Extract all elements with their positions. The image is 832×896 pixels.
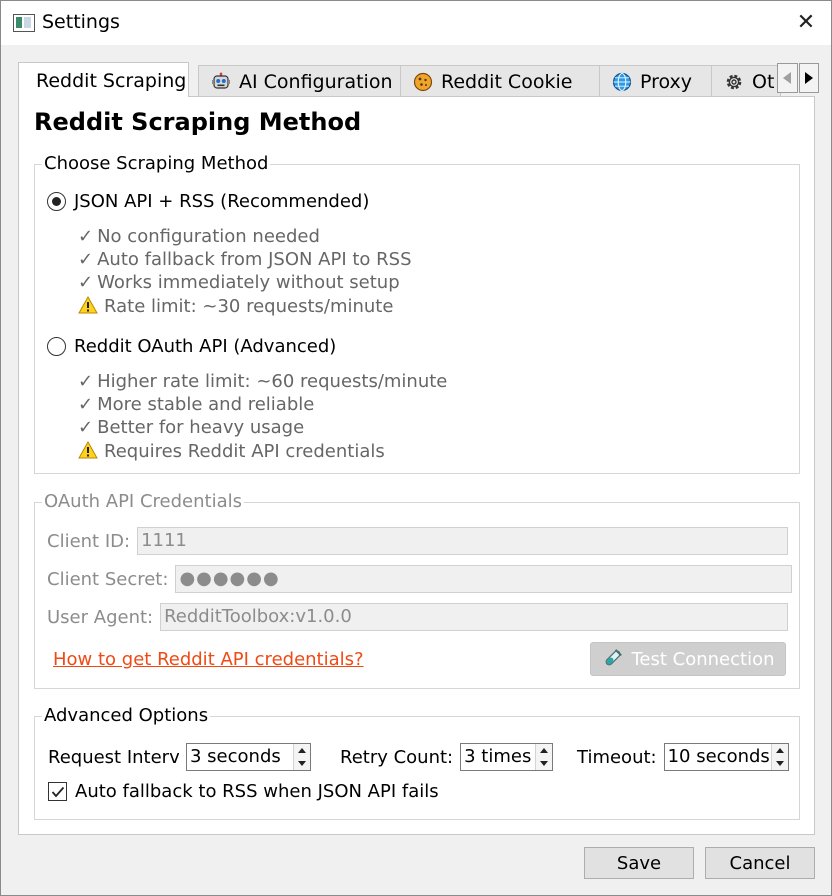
tab-scroll-right-button[interactable]	[798, 63, 819, 93]
tab-label: AI Configuration	[239, 71, 393, 93]
tab-scroll-buttons	[777, 63, 819, 93]
retry-count-row: Retry Count: 3 times	[340, 743, 554, 771]
gear-icon	[726, 74, 742, 90]
feature-item: ✓ More stable and reliable	[78, 394, 315, 415]
option-label: Reddit OAuth API (Advanced)	[74, 336, 337, 357]
scraping-method-group: Choose Scraping Method JSON API + RSS (R…	[34, 153, 800, 474]
tab-label: Reddit Cookie	[441, 71, 573, 93]
group-legend: Advanced Options	[42, 705, 211, 726]
chevron-down-icon	[775, 761, 784, 766]
option-oauth[interactable]: Reddit OAuth API (Advanced)	[47, 336, 336, 357]
api-credentials-help-link[interactable]: How to get Reddit API credentials?	[53, 649, 364, 670]
save-button[interactable]: Save	[584, 847, 694, 879]
chevron-up-icon	[298, 748, 306, 753]
group-legend: Choose Scraping Method	[42, 153, 271, 174]
timeout-spinbox[interactable]: 10 seconds	[663, 743, 789, 771]
check-mark: ✓	[78, 249, 94, 270]
check-mark: ✓	[78, 371, 94, 392]
request-interval-label: Request Interva	[48, 746, 179, 768]
spin-up-button[interactable]	[294, 744, 310, 757]
client-secret-input[interactable]: ●●●●●●	[175, 565, 793, 593]
tab-panel-reddit-scraping: Reddit Scraping Method Choose Scraping M…	[18, 96, 815, 835]
feature-item: Rate limit: ~30 requests/minute	[78, 296, 393, 317]
option-label: JSON API + RSS (Recommended)	[74, 191, 370, 212]
option-json-rss[interactable]: JSON API + RSS (Recommended)	[47, 191, 369, 212]
group-legend: OAuth API Credentials	[42, 491, 244, 512]
check-mark: ✓	[78, 272, 94, 293]
client-secret-row: Client Secret: ●●●●●●	[47, 565, 793, 593]
client-id-label: Client ID:	[47, 530, 131, 552]
auto-fallback-checkbox[interactable]	[48, 782, 67, 801]
chevron-down-icon	[540, 761, 549, 766]
checkmark-icon	[51, 786, 64, 797]
cancel-button[interactable]: Cancel	[705, 847, 815, 879]
user-agent-input[interactable]: RedditToolbox:v1.0.0	[160, 603, 789, 631]
spinbox-value[interactable]: 3 times	[461, 744, 535, 770]
tab-reddit-cookie[interactable]: Reddit Cookie	[400, 65, 600, 96]
retry-count-label: Retry Count:	[340, 746, 454, 768]
tab-other[interactable]: Ot	[711, 65, 781, 96]
settings-window: Settings ✕ Reddit Scraping AI Configurat…	[0, 0, 832, 896]
tab-reddit-scraping[interactable]: Reddit Scraping	[18, 62, 189, 97]
chevron-up-icon	[775, 748, 784, 753]
auto-fallback-label: Auto fallback to RSS when JSON API fails	[75, 781, 439, 802]
spinbox-value[interactable]: 3 seconds	[187, 744, 293, 770]
check-mark: ✓	[78, 394, 94, 415]
feature-item: ✓ Auto fallback from JSON API to RSS	[78, 249, 412, 270]
tab-scroll-left-button[interactable]	[777, 63, 798, 93]
test-connection-label: Test Connection	[631, 648, 775, 670]
title-bar: Settings ✕	[1, 1, 831, 45]
app-icon	[13, 14, 35, 32]
warning-icon	[78, 441, 98, 459]
tab-label: Reddit Scraping	[36, 70, 187, 92]
test-connection-button[interactable]: Test Connection	[590, 642, 786, 676]
feature-item: ✓ No configuration needed	[78, 226, 320, 247]
spin-down-button[interactable]	[536, 757, 553, 770]
tab-proxy[interactable]: Proxy	[599, 65, 712, 96]
auto-fallback-option[interactable]: Auto fallback to RSS when JSON API fails	[48, 781, 439, 802]
feature-item: ✓ Works immediately without setup	[78, 272, 400, 293]
arrow-right-icon	[804, 72, 813, 84]
feature-item: ✓ Better for heavy usage	[78, 417, 305, 438]
check-mark: ✓	[78, 417, 94, 438]
spin-down-button[interactable]	[771, 757, 788, 770]
warning-icon	[78, 296, 98, 314]
robot-icon	[212, 72, 230, 89]
client-id-input[interactable]: 1111	[137, 527, 789, 555]
tab-label: Proxy	[640, 71, 693, 93]
tab-bar: Reddit Scraping AI Configuration Reddit …	[18, 62, 819, 97]
cookie-icon	[413, 72, 433, 92]
chevron-down-icon	[298, 761, 306, 766]
oauth-credentials-group: OAuth API Credentials Client ID: 1111 Cl…	[34, 491, 800, 689]
spin-down-button[interactable]	[294, 757, 310, 770]
spinbox-value[interactable]: 10 seconds	[665, 744, 771, 770]
feature-item: Requires Reddit API credentials	[78, 441, 385, 462]
check-mark: ✓	[78, 226, 94, 247]
globe-icon	[612, 72, 632, 92]
chevron-up-icon	[540, 748, 549, 753]
timeout-label: Timeout:	[577, 746, 657, 768]
timeout-row: Timeout: 10 seconds	[577, 743, 789, 771]
user-agent-label: User Agent:	[47, 606, 154, 628]
request-interval-spinbox[interactable]: 3 seconds	[186, 743, 311, 771]
request-interval-row: Request Interva 3 seconds	[48, 743, 311, 771]
user-agent-row: User Agent: RedditToolbox:v1.0.0	[47, 603, 789, 631]
feature-item: ✓ Higher rate limit: ~60 requests/minute	[78, 371, 448, 392]
spin-up-button[interactable]	[771, 744, 788, 757]
advanced-options-group: Advanced Options Request Interva 3 secon…	[34, 705, 800, 820]
client-secret-label: Client Secret:	[47, 568, 169, 590]
tab-ai-configuration[interactable]: AI Configuration	[198, 65, 401, 96]
radio-oauth[interactable]	[47, 337, 66, 356]
tab-label: Ot	[752, 71, 775, 93]
page-title: Reddit Scraping Method	[34, 108, 362, 136]
radio-json-rss[interactable]	[47, 192, 66, 211]
spin-up-button[interactable]	[536, 744, 553, 757]
test-tube-icon	[606, 649, 623, 666]
retry-count-spinbox[interactable]: 3 times	[460, 743, 554, 771]
arrow-left-icon	[783, 72, 792, 84]
close-button[interactable]: ✕	[789, 8, 823, 38]
window-title: Settings	[42, 11, 120, 33]
client-id-row: Client ID: 1111	[47, 527, 789, 555]
